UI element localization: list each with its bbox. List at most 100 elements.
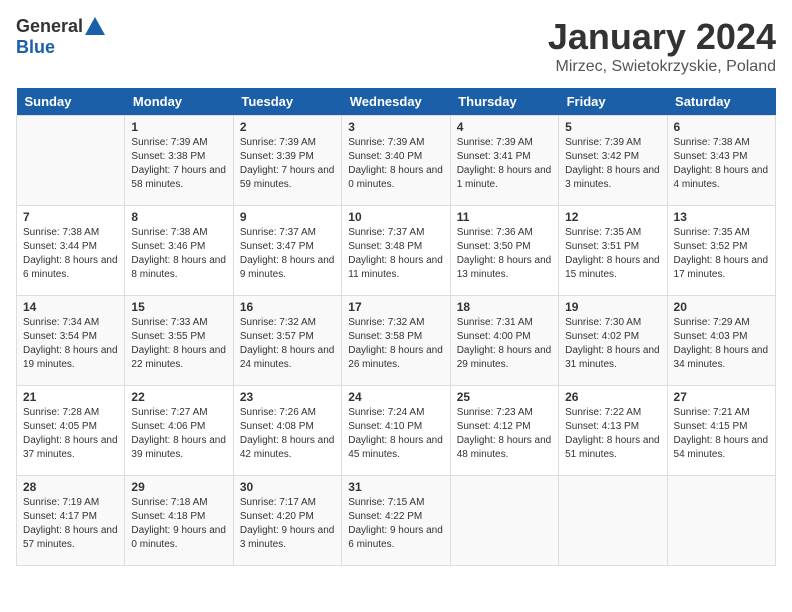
day-info: Sunrise: 7:28 AMSunset: 4:05 PMDaylight:…: [23, 406, 118, 462]
calendar-cell: 28 Sunrise: 7:19 AMSunset: 4:17 PMDayligh…: [17, 476, 125, 566]
day-info: Sunrise: 7:21 AMSunset: 4:15 PMDaylight:…: [674, 406, 769, 462]
day-number: 18: [457, 300, 552, 314]
calendar-cell: 25 Sunrise: 7:23 AMSunset: 4:12 PMDayligh…: [450, 386, 558, 476]
day-info: Sunrise: 7:22 AMSunset: 4:13 PMDaylight:…: [565, 406, 660, 462]
calendar-cell: 21 Sunrise: 7:28 AMSunset: 4:05 PMDayligh…: [17, 386, 125, 476]
day-number: 17: [348, 300, 443, 314]
day-number: 29: [131, 480, 226, 494]
calendar-cell: 17 Sunrise: 7:32 AMSunset: 3:58 PMDayligh…: [342, 296, 450, 386]
day-header-monday: Monday: [125, 88, 233, 116]
day-number: 22: [131, 390, 226, 404]
day-number: 20: [674, 300, 769, 314]
calendar-cell: 10Sunrise: 7:37 AMSunset: 3:48 PMDayligh…: [342, 206, 450, 296]
day-number: 26: [565, 390, 660, 404]
calendar-cell: 3 Sunrise: 7:39 AMSunset: 3:40 PMDaylight…: [342, 116, 450, 206]
day-number: 3: [348, 120, 443, 134]
day-number: 2: [240, 120, 335, 134]
calendar-cell: 8 Sunrise: 7:38 AMSunset: 3:46 PMDaylight…: [125, 206, 233, 296]
calendar-cell: 13Sunrise: 7:35 AMSunset: 3:52 PMDayligh…: [667, 206, 775, 296]
day-info: Sunrise: 7:34 AMSunset: 3:54 PMDaylight:…: [23, 316, 118, 372]
day-info: Sunrise: 7:26 AMSunset: 4:08 PMDaylight:…: [240, 406, 335, 462]
calendar-cell: 29 Sunrise: 7:18 AMSunset: 4:18 PMDayligh…: [125, 476, 233, 566]
day-info: Sunrise: 7:39 AMSunset: 3:39 PMDaylight:…: [240, 136, 335, 192]
calendar-cell: 31 Sunrise: 7:15 AMSunset: 4:22 PMDayligh…: [342, 476, 450, 566]
day-header-sunday: Sunday: [17, 88, 125, 116]
day-info: Sunrise: 7:38 AMSunset: 3:46 PMDaylight:…: [131, 226, 226, 282]
calendar-cell: 4Sunrise: 7:39 AMSunset: 3:41 PMDaylight…: [450, 116, 558, 206]
logo-blue-text: Blue: [16, 37, 55, 58]
day-info: Sunrise: 7:36 AMSunset: 3:50 PMDaylight:…: [457, 226, 552, 282]
day-number: 6: [674, 120, 769, 134]
day-info: Sunrise: 7:27 AMSunset: 4:06 PMDaylight:…: [131, 406, 226, 462]
calendar-cell: 26 Sunrise: 7:22 AMSunset: 4:13 PMDayligh…: [559, 386, 667, 476]
day-info: Sunrise: 7:38 AMSunset: 3:43 PMDaylight:…: [674, 136, 769, 192]
calendar-cell: 9Sunrise: 7:37 AMSunset: 3:47 PMDaylight…: [233, 206, 341, 296]
day-info: Sunrise: 7:29 AMSunset: 4:03 PMDaylight:…: [674, 316, 769, 372]
day-info: Sunrise: 7:35 AMSunset: 3:52 PMDaylight:…: [674, 226, 769, 282]
day-header-saturday: Saturday: [667, 88, 775, 116]
calendar-cell: 30 Sunrise: 7:17 AMSunset: 4:20 PMDayligh…: [233, 476, 341, 566]
calendar-cell: 19 Sunrise: 7:30 AMSunset: 4:02 PMDayligh…: [559, 296, 667, 386]
day-info: Sunrise: 7:38 AMSunset: 3:44 PMDaylight:…: [23, 226, 118, 282]
day-info: Sunrise: 7:18 AMSunset: 4:18 PMDaylight:…: [131, 496, 226, 552]
day-number: 23: [240, 390, 335, 404]
day-number: 24: [348, 390, 443, 404]
calendar-cell: [17, 116, 125, 206]
day-info: Sunrise: 7:37 AMSunset: 3:47 PMDaylight:…: [240, 226, 335, 282]
day-info: Sunrise: 7:30 AMSunset: 4:02 PMDaylight:…: [565, 316, 660, 372]
day-number: 27: [674, 390, 769, 404]
month-title: January 2024: [548, 16, 776, 58]
day-info: Sunrise: 7:24 AMSunset: 4:10 PMDaylight:…: [348, 406, 443, 462]
day-number: 21: [23, 390, 118, 404]
day-number: 30: [240, 480, 335, 494]
day-info: Sunrise: 7:31 AMSunset: 4:00 PMDaylight:…: [457, 316, 552, 372]
calendar-cell: [450, 476, 558, 566]
calendar-cell: 1Sunrise: 7:39 AMSunset: 3:38 PMDaylight…: [125, 116, 233, 206]
title-section: January 2024 Mirzec, Swietokrzyskie, Pol…: [548, 16, 776, 76]
day-number: 25: [457, 390, 552, 404]
day-number: 28: [23, 480, 118, 494]
calendar-cell: 6 Sunrise: 7:38 AMSunset: 3:43 PMDaylight…: [667, 116, 775, 206]
calendar-cell: 27 Sunrise: 7:21 AMSunset: 4:15 PMDayligh…: [667, 386, 775, 476]
day-header-wednesday: Wednesday: [342, 88, 450, 116]
day-header-thursday: Thursday: [450, 88, 558, 116]
calendar-cell: 15Sunrise: 7:33 AMSunset: 3:55 PMDayligh…: [125, 296, 233, 386]
day-info: Sunrise: 7:32 AMSunset: 3:58 PMDaylight:…: [348, 316, 443, 372]
calendar-cell: 14Sunrise: 7:34 AMSunset: 3:54 PMDayligh…: [17, 296, 125, 386]
calendar-week-row: 21 Sunrise: 7:28 AMSunset: 4:05 PMDayligh…: [17, 386, 776, 476]
calendar-cell: 16 Sunrise: 7:32 AMSunset: 3:57 PMDayligh…: [233, 296, 341, 386]
day-info: Sunrise: 7:17 AMSunset: 4:20 PMDaylight:…: [240, 496, 335, 552]
day-header-row: SundayMondayTuesdayWednesdayThursdayFrid…: [17, 88, 776, 116]
day-info: Sunrise: 7:37 AMSunset: 3:48 PMDaylight:…: [348, 226, 443, 282]
calendar-cell: 20 Sunrise: 7:29 AMSunset: 4:03 PMDayligh…: [667, 296, 775, 386]
day-number: 16: [240, 300, 335, 314]
day-number: 12: [565, 210, 660, 224]
calendar-cell: 23 Sunrise: 7:26 AMSunset: 4:08 PMDayligh…: [233, 386, 341, 476]
day-info: Sunrise: 7:39 AMSunset: 3:38 PMDaylight:…: [131, 136, 226, 192]
calendar-cell: [559, 476, 667, 566]
logo: General Blue: [16, 16, 105, 58]
day-info: Sunrise: 7:23 AMSunset: 4:12 PMDaylight:…: [457, 406, 552, 462]
calendar-cell: 22 Sunrise: 7:27 AMSunset: 4:06 PMDayligh…: [125, 386, 233, 476]
day-info: Sunrise: 7:32 AMSunset: 3:57 PMDaylight:…: [240, 316, 335, 372]
calendar-cell: [667, 476, 775, 566]
day-header-friday: Friday: [559, 88, 667, 116]
day-number: 8: [131, 210, 226, 224]
calendar-cell: 11 Sunrise: 7:36 AMSunset: 3:50 PMDayligh…: [450, 206, 558, 296]
calendar-week-row: 1Sunrise: 7:39 AMSunset: 3:38 PMDaylight…: [17, 116, 776, 206]
day-info: Sunrise: 7:15 AMSunset: 4:22 PMDaylight:…: [348, 496, 443, 552]
logo-triangle-icon: [85, 17, 105, 35]
day-number: 11: [457, 210, 552, 224]
logo-general-text: General: [16, 16, 83, 37]
location: Mirzec, Swietokrzyskie, Poland: [548, 58, 776, 76]
day-number: 31: [348, 480, 443, 494]
day-number: 5: [565, 120, 660, 134]
day-info: Sunrise: 7:39 AMSunset: 3:40 PMDaylight:…: [348, 136, 443, 192]
calendar-cell: 5Sunrise: 7:39 AMSunset: 3:42 PMDaylight…: [559, 116, 667, 206]
calendar-week-row: 7 Sunrise: 7:38 AMSunset: 3:44 PMDaylight…: [17, 206, 776, 296]
day-number: 19: [565, 300, 660, 314]
calendar-cell: 24 Sunrise: 7:24 AMSunset: 4:10 PMDayligh…: [342, 386, 450, 476]
day-info: Sunrise: 7:19 AMSunset: 4:17 PMDaylight:…: [23, 496, 118, 552]
calendar-cell: 2 Sunrise: 7:39 AMSunset: 3:39 PMDaylight…: [233, 116, 341, 206]
day-number: 7: [23, 210, 118, 224]
